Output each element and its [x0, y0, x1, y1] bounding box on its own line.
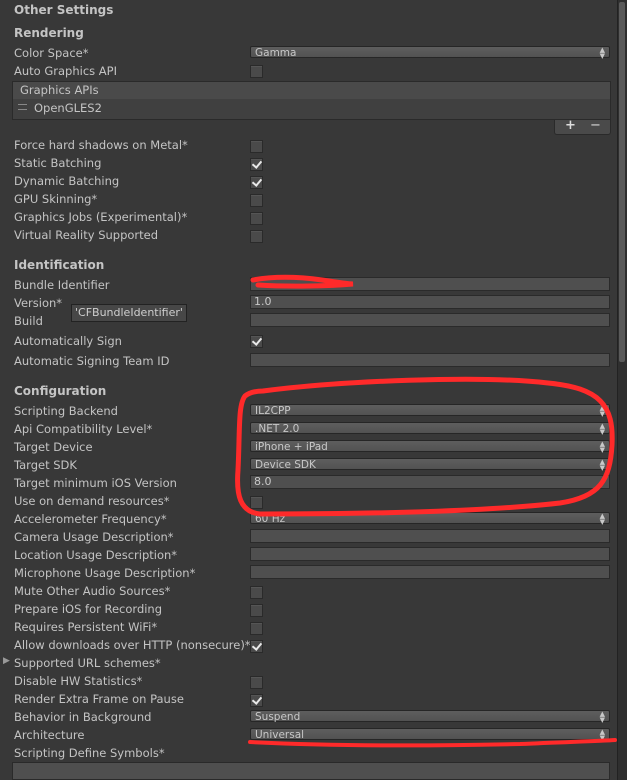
disable-hw-stats-checkbox[interactable]: [250, 676, 263, 689]
mute-audio-label: Mute Other Audio Sources*: [14, 584, 171, 598]
on-demand-checkbox[interactable]: [250, 496, 263, 509]
prepare-recording-label: Prepare iOS for Recording: [14, 602, 163, 616]
graphics-apis-list-header: Graphics APIs: [12, 81, 611, 100]
on-demand-label: Use on demand resources*: [14, 494, 170, 508]
min-ios-label: Target minimum iOS Version: [14, 476, 177, 490]
signing-team-label: Automatic Signing Team ID: [14, 354, 170, 368]
url-schemes-label[interactable]: Supported URL schemes*: [14, 656, 161, 670]
graphics-api-item-opengles2[interactable]: OpenGLES2: [34, 101, 102, 115]
render-extra-frame-checkbox[interactable]: [250, 694, 263, 707]
force-hard-shadows-label: Force hard shadows on Metal*: [14, 138, 188, 152]
camera-usage-field[interactable]: [250, 529, 610, 543]
section-title-identification: Identification: [14, 258, 105, 272]
version-label: Version*: [14, 296, 63, 310]
graphics-jobs-checkbox[interactable]: [250, 212, 263, 225]
architecture-dropdown[interactable]: Universal ▲ ▼: [250, 728, 610, 742]
dropdown-arrows-icon: ▲ ▼: [599, 46, 605, 60]
disable-hw-stats-label: Disable HW Statistics*: [14, 674, 143, 688]
dropdown-arrows-icon: ▲ ▼: [599, 710, 605, 724]
dropdown-arrows-icon: ▲ ▼: [599, 440, 605, 454]
allow-http-label: Allow downloads over HTTP (nonsecure)*: [14, 638, 251, 652]
define-symbols-label: Scripting Define Symbols*: [14, 746, 165, 760]
api-compat-label: Api Compatibility Level*: [14, 422, 153, 436]
dynamic-batching-label: Dynamic Batching: [14, 174, 120, 188]
scripting-backend-dropdown[interactable]: IL2CPP ▲ ▼: [250, 404, 610, 418]
dropdown-arrows-icon: ▲ ▼: [599, 512, 605, 526]
accel-freq-dropdown[interactable]: 60 Hz ▲ ▼: [250, 512, 610, 526]
scripting-backend-value: IL2CPP: [255, 405, 291, 417]
dropdown-arrows-icon: ▲ ▼: [599, 422, 605, 436]
graphics-jobs-label: Graphics Jobs (Experimental)*: [14, 210, 188, 224]
section-title-configuration: Configuration: [14, 384, 107, 398]
vr-supported-checkbox[interactable]: [250, 230, 263, 243]
mute-audio-checkbox[interactable]: [250, 586, 263, 599]
target-device-label: Target Device: [14, 440, 93, 454]
color-space-label: Color Space*: [14, 46, 89, 60]
vr-supported-label: Virtual Reality Supported: [14, 228, 159, 242]
min-ios-field[interactable]: 8.0: [250, 475, 610, 489]
api-compat-dropdown[interactable]: .NET 2.0 ▲ ▼: [250, 422, 610, 436]
microphone-usage-field[interactable]: [250, 565, 610, 579]
target-sdk-dropdown[interactable]: Device SDK ▲ ▼: [250, 458, 610, 472]
persistent-wifi-checkbox[interactable]: [250, 622, 263, 635]
static-batching-label: Static Batching: [14, 156, 102, 170]
api-compat-value: .NET 2.0: [255, 423, 300, 435]
dropdown-arrows-icon: ▲ ▼: [599, 458, 605, 472]
foldout-arrow-icon[interactable]: ▶: [3, 656, 10, 666]
dropdown-arrows-icon: ▲ ▼: [599, 728, 605, 742]
target-sdk-label: Target SDK: [14, 458, 77, 472]
drag-handle-icon[interactable]: [18, 104, 27, 110]
camera-usage-label: Camera Usage Description*: [14, 530, 174, 544]
section-header-other-settings: Other Settings: [14, 3, 114, 17]
scripting-backend-label: Scripting Backend: [14, 404, 118, 418]
persistent-wifi-label: Requires Persistent WiFi*: [14, 620, 158, 634]
target-device-value: iPhone + iPad: [255, 441, 328, 453]
define-symbols-field[interactable]: [12, 762, 610, 780]
auto-graphics-api-checkbox[interactable]: [250, 65, 263, 78]
architecture-label: Architecture: [14, 728, 85, 742]
graphics-apis-list-body: OpenGLES2: [12, 99, 611, 120]
signing-team-field[interactable]: [250, 353, 610, 367]
gpu-skinning-checkbox[interactable]: [250, 194, 263, 207]
add-icon[interactable]: +: [565, 118, 576, 133]
gpu-skinning-label: GPU Skinning*: [14, 192, 98, 206]
remove-icon[interactable]: −: [590, 118, 601, 133]
scrollbar-thumb[interactable]: [619, 2, 625, 362]
auto-sign-label: Automatically Sign: [14, 334, 122, 348]
section-title-rendering: Rendering: [14, 26, 84, 40]
auto-graphics-api-label: Auto Graphics API: [14, 64, 117, 78]
bundle-identifier-label: Bundle Identifier: [14, 278, 110, 292]
target-sdk-value: Device SDK: [255, 459, 316, 471]
behavior-bg-label: Behavior in Background: [14, 710, 152, 724]
color-space-value: Gamma: [255, 47, 297, 59]
location-usage-field[interactable]: [250, 547, 610, 561]
prepare-recording-checkbox[interactable]: [250, 604, 263, 617]
build-label: Build: [14, 314, 43, 328]
render-extra-frame-label: Render Extra Frame on Pause: [14, 692, 184, 706]
location-usage-label: Location Usage Description*: [14, 548, 178, 562]
dropdown-arrows-icon: ▲ ▼: [599, 404, 605, 418]
auto-sign-checkbox[interactable]: [250, 335, 263, 348]
tooltip: 'CFBundleIdentifier': [71, 304, 187, 322]
list-add-remove-footer: + −: [554, 118, 611, 135]
architecture-value: Universal: [255, 729, 305, 741]
color-space-dropdown[interactable]: Gamma ▲ ▼: [250, 46, 610, 60]
behavior-bg-dropdown[interactable]: Suspend ▲ ▼: [250, 710, 610, 724]
version-field[interactable]: 1.0: [250, 295, 610, 309]
allow-http-checkbox[interactable]: [250, 640, 263, 653]
build-field[interactable]: [250, 313, 610, 327]
force-hard-shadows-checkbox[interactable]: [250, 140, 263, 153]
behavior-bg-value: Suspend: [255, 711, 301, 723]
dynamic-batching-checkbox[interactable]: [250, 176, 263, 189]
accel-freq-value: 60 Hz: [255, 513, 286, 525]
target-device-dropdown[interactable]: iPhone + iPad ▲ ▼: [250, 440, 610, 454]
accel-freq-label: Accelerometer Frequency*: [14, 512, 167, 526]
bundle-identifier-field[interactable]: [250, 277, 610, 291]
graphics-apis-header-label: Graphics APIs: [20, 83, 99, 97]
static-batching-checkbox[interactable]: [250, 158, 263, 171]
microphone-usage-label: Microphone Usage Description*: [14, 566, 196, 580]
highlight-underline: [248, 738, 617, 748]
